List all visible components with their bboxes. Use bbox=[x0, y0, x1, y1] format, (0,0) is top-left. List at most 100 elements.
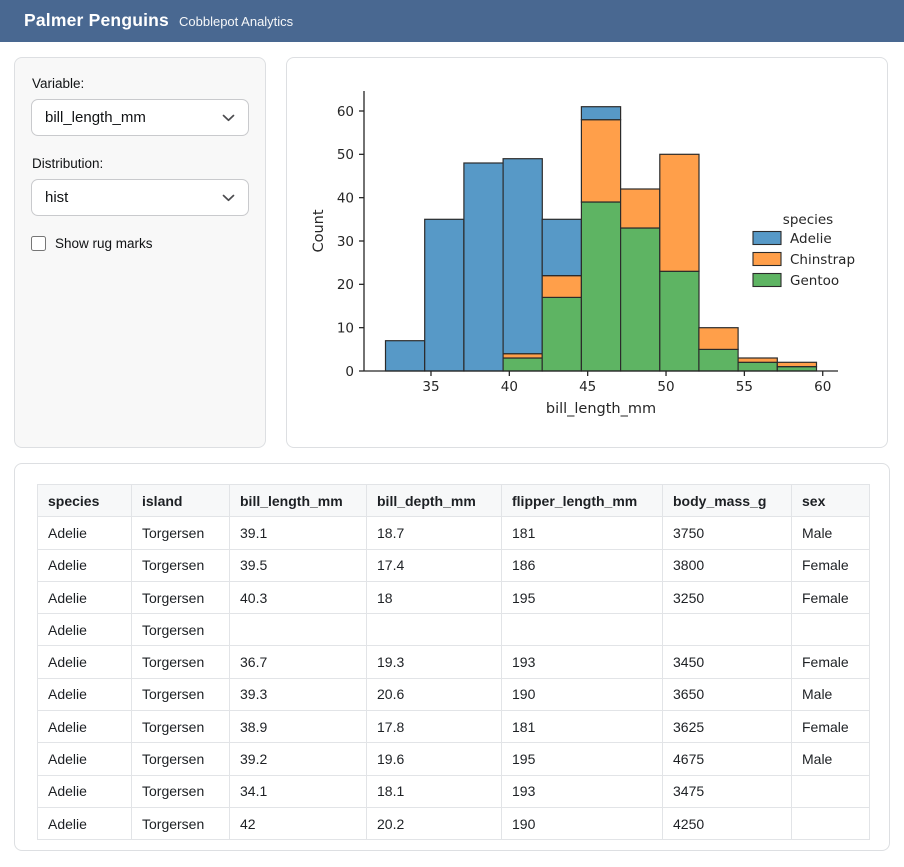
table-row: AdelieTorgersen40.3181953250Female bbox=[38, 581, 870, 613]
table-cell: Male bbox=[792, 678, 870, 710]
table-cell: Male bbox=[792, 743, 870, 775]
table-cell: Adelie bbox=[38, 743, 132, 775]
histogram-bar-chinstrap bbox=[777, 362, 816, 366]
histogram-bar-gentoo bbox=[660, 271, 699, 371]
histogram-bar-gentoo bbox=[621, 228, 660, 371]
table-cell: 39.3 bbox=[230, 678, 367, 710]
table-cell: Adelie bbox=[38, 581, 132, 613]
distribution-select[interactable]: hist bbox=[31, 179, 249, 216]
table-cell: 19.6 bbox=[367, 743, 502, 775]
table-cell: 3450 bbox=[663, 646, 792, 678]
legend-swatch-chinstrap bbox=[753, 253, 781, 266]
histogram-bar-gentoo bbox=[503, 358, 542, 371]
table-cell: 195 bbox=[502, 581, 663, 613]
histogram-bar-adelie bbox=[503, 159, 542, 354]
distribution-label: Distribution: bbox=[32, 156, 249, 171]
table-cell: 186 bbox=[502, 549, 663, 581]
table-cell: 3625 bbox=[663, 711, 792, 743]
histogram-bar-chinstrap bbox=[699, 328, 738, 350]
y-tick-label: 50 bbox=[337, 147, 354, 163]
table-cell: 193 bbox=[502, 646, 663, 678]
y-tick-label: 0 bbox=[345, 364, 354, 380]
histogram-bar-chinstrap bbox=[542, 276, 581, 298]
y-tick-label: 10 bbox=[337, 320, 354, 336]
data-table-card: speciesislandbill_length_mmbill_depth_mm… bbox=[14, 463, 890, 851]
histogram: 3540455055600102030405060bill_length_mmC… bbox=[287, 58, 887, 447]
distribution-select-value: hist bbox=[45, 189, 68, 206]
x-tick-label: 60 bbox=[814, 379, 831, 395]
histogram-bar-chinstrap bbox=[581, 120, 620, 202]
histogram-bar-gentoo bbox=[542, 297, 581, 371]
table-cell: Adelie bbox=[38, 614, 132, 646]
table-cell: Torgersen bbox=[132, 775, 230, 807]
y-tick-label: 60 bbox=[337, 104, 354, 120]
column-header-sex: sex bbox=[792, 485, 870, 517]
rug-checkbox-label[interactable]: Show rug marks bbox=[55, 236, 153, 251]
column-header-island: island bbox=[132, 485, 230, 517]
rug-checkbox[interactable] bbox=[31, 236, 46, 251]
chevron-down-icon bbox=[222, 194, 235, 202]
table-cell: 42 bbox=[230, 807, 367, 839]
table-cell: Female bbox=[792, 581, 870, 613]
table-cell: 19.3 bbox=[367, 646, 502, 678]
table-cell: 34.1 bbox=[230, 775, 367, 807]
table-cell: Adelie bbox=[38, 517, 132, 549]
chart-card: 3540455055600102030405060bill_length_mmC… bbox=[286, 57, 888, 448]
table-cell: 20.6 bbox=[367, 678, 502, 710]
table-row: AdelieTorgersen bbox=[38, 614, 870, 646]
table-row: AdelieTorgersen4220.21904250 bbox=[38, 807, 870, 839]
table-cell: 39.2 bbox=[230, 743, 367, 775]
column-header-bill_depth_mm: bill_depth_mm bbox=[367, 485, 502, 517]
table-cell: 18.7 bbox=[367, 517, 502, 549]
histogram-bar-chinstrap bbox=[621, 189, 660, 228]
histogram-bar-gentoo bbox=[581, 202, 620, 371]
table-cell: Torgersen bbox=[132, 549, 230, 581]
penguin-table: speciesislandbill_length_mmbill_depth_mm… bbox=[37, 484, 870, 840]
table-cell: Female bbox=[792, 711, 870, 743]
table-cell: 3650 bbox=[663, 678, 792, 710]
table-row: AdelieTorgersen36.719.31933450Female bbox=[38, 646, 870, 678]
y-axis-label: Count bbox=[311, 209, 327, 252]
table-cell: 36.7 bbox=[230, 646, 367, 678]
table-cell: Torgersen bbox=[132, 678, 230, 710]
table-cell: 17.4 bbox=[367, 549, 502, 581]
table-cell bbox=[792, 775, 870, 807]
x-tick-label: 55 bbox=[736, 379, 753, 395]
table-cell: 190 bbox=[502, 678, 663, 710]
table-cell: Torgersen bbox=[132, 711, 230, 743]
table-cell: Torgersen bbox=[132, 614, 230, 646]
table-cell: 181 bbox=[502, 517, 663, 549]
x-axis-label: bill_length_mm bbox=[546, 401, 656, 417]
table-cell: 39.1 bbox=[230, 517, 367, 549]
table-row: AdelieTorgersen39.517.41863800Female bbox=[38, 549, 870, 581]
x-tick-label: 45 bbox=[579, 379, 596, 395]
table-cell: 3750 bbox=[663, 517, 792, 549]
table-cell: Female bbox=[792, 646, 870, 678]
table-cell: 3475 bbox=[663, 775, 792, 807]
variable-select-value: bill_length_mm bbox=[45, 109, 146, 126]
histogram-bar-adelie bbox=[542, 219, 581, 275]
table-row: AdelieTorgersen39.118.71813750Male bbox=[38, 517, 870, 549]
table-cell bbox=[367, 614, 502, 646]
legend-label-adelie: Adelie bbox=[790, 231, 832, 247]
table-row: AdelieTorgersen38.917.81813625Female bbox=[38, 711, 870, 743]
histogram-bar-chinstrap bbox=[503, 354, 542, 358]
table-cell: 195 bbox=[502, 743, 663, 775]
legend-label-chinstrap: Chinstrap bbox=[790, 252, 855, 268]
chevron-down-icon bbox=[222, 114, 235, 122]
histogram-bar-gentoo bbox=[699, 349, 738, 371]
column-header-bill_length_mm: bill_length_mm bbox=[230, 485, 367, 517]
variable-select[interactable]: bill_length_mm bbox=[31, 99, 249, 136]
legend-swatch-gentoo bbox=[753, 274, 781, 287]
y-tick-label: 40 bbox=[337, 190, 354, 206]
table-cell: 38.9 bbox=[230, 711, 367, 743]
legend-label-gentoo: Gentoo bbox=[790, 273, 839, 289]
table-cell: 4675 bbox=[663, 743, 792, 775]
table-cell: 190 bbox=[502, 807, 663, 839]
table-cell bbox=[230, 614, 367, 646]
y-tick-label: 30 bbox=[337, 234, 354, 250]
y-tick-label: 20 bbox=[337, 277, 354, 293]
table-row: AdelieTorgersen39.320.61903650Male bbox=[38, 678, 870, 710]
table-cell: Adelie bbox=[38, 646, 132, 678]
table-cell: 18.1 bbox=[367, 775, 502, 807]
